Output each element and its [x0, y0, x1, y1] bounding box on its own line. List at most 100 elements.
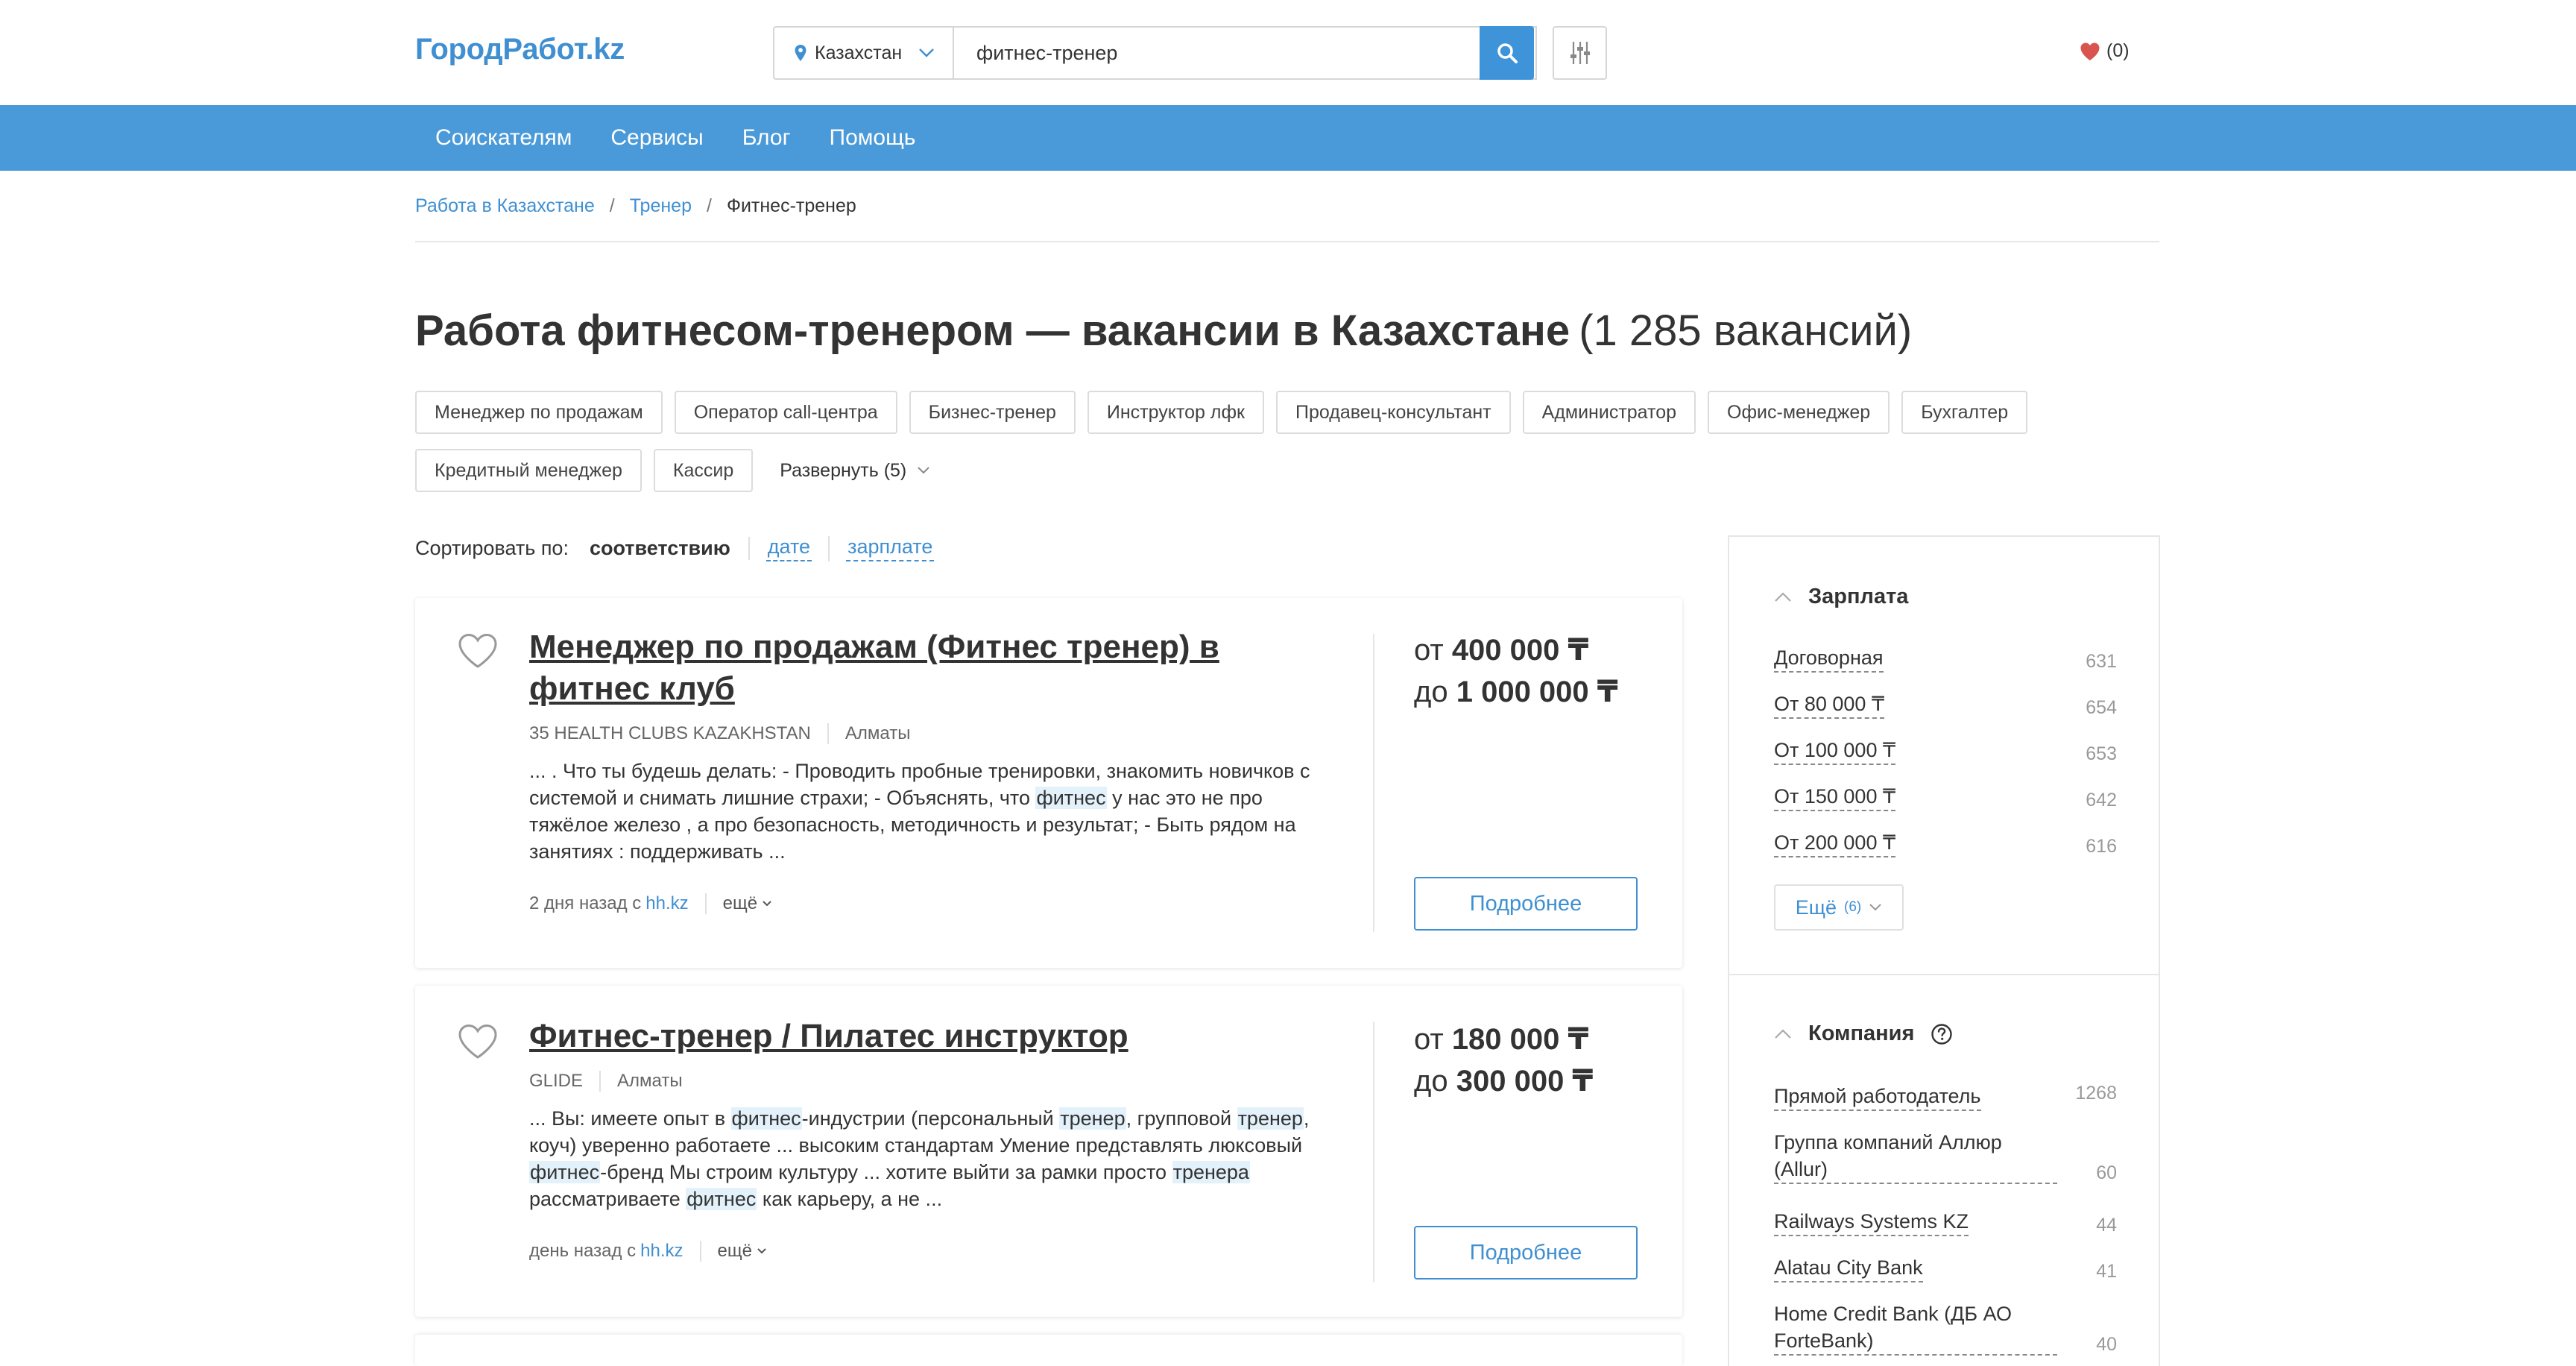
keyword-highlight: тренера [1172, 1161, 1250, 1183]
filter-option-count: 1268 [2075, 1083, 2117, 1104]
filters-button[interactable] [1553, 26, 1607, 80]
favorites-count: (0) [2106, 40, 2130, 61]
filter-option[interactable]: От 100 000 ₸ 653 [1774, 737, 2117, 765]
source-link[interactable]: hh.kz [640, 1241, 683, 1262]
source-link[interactable]: hh.kz [645, 893, 688, 914]
filter-option-count: 631 [2086, 651, 2117, 672]
filter-option-label: Группа компаний Аллюр (Allur) [1774, 1129, 2057, 1184]
sort-option-date[interactable]: дате [765, 535, 812, 561]
favorite-heart-icon[interactable] [457, 1023, 499, 1060]
site-logo[interactable]: ГородРабот.kz [415, 33, 625, 66]
show-more-salary-button[interactable]: Ещё (6) [1774, 884, 1904, 931]
nav-item-blog[interactable]: Блог [742, 125, 791, 151]
filter-option[interactable]: Railways Systems KZ 44 [1774, 1208, 2117, 1236]
salary-to-value: 1 000 000 ₸ [1456, 676, 1618, 708]
favorites-link[interactable]: (0) [2080, 40, 2130, 62]
city-name: Алматы [845, 723, 911, 743]
filter-option[interactable]: Alatau City Bank 41 [1774, 1254, 2117, 1282]
filter-section-company-header[interactable]: Компания [1774, 1022, 1953, 1046]
tag-chip[interactable]: Кредитный менеджер [415, 449, 642, 492]
company-name: GLIDE [529, 1071, 602, 1092]
search-box: Казахстан [773, 26, 1537, 80]
nav-item-services[interactable]: Сервисы [610, 125, 703, 151]
tag-chip[interactable]: Оператор call-центра [674, 391, 897, 434]
tag-chip[interactable]: Бухгалтер [1901, 391, 2028, 434]
nav-item-seekers[interactable]: Соискателям [435, 125, 572, 151]
filter-option-count: 616 [2086, 836, 2117, 857]
tag-chip[interactable]: Офис-менеджер [1708, 391, 1890, 434]
filter-option[interactable]: Home Credit Bank (ДБ АО ForteBank) 40 [1774, 1300, 2117, 1356]
more-actions-button[interactable]: ещё [699, 1241, 767, 1262]
filter-option[interactable]: От 80 000 ₸ 654 [1774, 690, 2117, 719]
filter-option-count: 642 [2086, 790, 2117, 811]
vacancy-card: Фитнес-тренер / Пилатес инструктор GLIDE… [415, 986, 1682, 1317]
filter-option-count: 60 [2096, 1162, 2117, 1183]
filter-option[interactable]: Группа компаний Аллюр (Allur) 60 [1774, 1129, 2117, 1184]
card-divider [1373, 634, 1374, 932]
filter-option[interactable]: Прямой работодатель 1268 [1774, 1083, 2117, 1111]
sort-option-salary[interactable]: зарплате [846, 535, 935, 561]
snippet-text: рассматриваете [529, 1188, 686, 1210]
tag-chip[interactable]: Продавец-консультант [1276, 391, 1511, 434]
salary-from: от 400 000 ₸ [1414, 629, 1618, 671]
vacancy-title[interactable]: Менеджер по продажам (Фитнес тренер) в ф… [529, 626, 1349, 710]
vacancy-meta: 35 HEALTH CLUBS KAZAKHSTAN Алматы [529, 723, 910, 744]
snippet-text: -бренд Мы строим культуру ... хотите вый… [600, 1161, 1172, 1183]
heart-icon [2080, 43, 2100, 60]
keyword-highlight: фитнес [529, 1161, 601, 1183]
salary-from-prefix: от [1414, 1023, 1444, 1056]
show-more-label: Ещё [1795, 896, 1837, 919]
tag-chip[interactable]: Инструктор лфк [1087, 391, 1264, 434]
breadcrumb-link-kazakhstan[interactable]: Работа в Казахстане [415, 195, 595, 217]
more-actions-button[interactable]: ещё [704, 893, 772, 914]
filter-option[interactable]: От 200 000 ₸ 616 [1774, 829, 2117, 857]
chevron-down-icon [757, 1248, 766, 1254]
tag-chip[interactable]: Бизнес-тренер [909, 391, 1076, 434]
filter-option-label: От 80 000 ₸ [1774, 690, 1885, 719]
chevron-up-icon [1775, 591, 1791, 602]
show-more-count: (6) [1844, 899, 1862, 915]
keyword-highlight: фитнес [730, 1107, 802, 1130]
tag-chip[interactable]: Кассир [653, 449, 754, 492]
filter-option[interactable]: Договорная 631 [1774, 644, 2117, 673]
salary-range: от 180 000 ₸ до 300 000 ₸ [1414, 1019, 1593, 1102]
search-button[interactable] [1480, 26, 1534, 80]
snippet-text: как карьеру, а не ... [757, 1188, 943, 1210]
nav-item-help[interactable]: Помощь [830, 125, 916, 151]
more-label: ещё [717, 1241, 752, 1261]
sidebar-divider [1729, 974, 2159, 975]
filter-option-count: 41 [2096, 1261, 2117, 1282]
filter-option-label: Home Credit Bank (ДБ АО ForteBank) [1774, 1300, 2057, 1356]
filters-sidebar: Зарплата Договорная 631 От 80 000 ₸ 654 От… [1728, 535, 2160, 1366]
breadcrumb: Работа в Казахстане / Тренер / Фитнес-тр… [415, 195, 856, 217]
tag-chip[interactable]: Администратор [1522, 391, 1696, 434]
breadcrumb-link-trainer[interactable]: Тренер [630, 195, 692, 217]
region-select[interactable]: Казахстан [774, 28, 954, 78]
region-label: Казахстан [815, 42, 903, 63]
vacancy-title[interactable]: Фитнес-тренер / Пилатес инструктор [529, 1016, 1349, 1057]
tag-chip[interactable]: Менеджер по продажам [415, 391, 663, 434]
snippet-text: , групповой [1126, 1107, 1237, 1130]
details-button[interactable]: Подробнее [1414, 1226, 1638, 1280]
chevron-down-icon [763, 901, 771, 907]
search-input[interactable] [954, 28, 1491, 78]
city-name: Алматы [617, 1071, 683, 1091]
favorite-heart-icon[interactable] [457, 632, 499, 670]
salary-from-prefix: от [1414, 634, 1444, 667]
filter-option-label: От 100 000 ₸ [1774, 737, 1896, 765]
help-icon[interactable] [1931, 1023, 1953, 1045]
snippet-text: -индустрии (персональный [801, 1107, 1060, 1130]
chevron-down-icon [1869, 904, 1881, 911]
page-title-text: Работа фитнесом-тренером — вакансии в Ка… [415, 306, 1570, 355]
more-label: ещё [722, 893, 758, 913]
expand-tags-button[interactable]: Развернуть (5) [765, 449, 934, 492]
details-button[interactable]: Подробнее [1414, 877, 1638, 931]
posted-time: 2 дня назад с [529, 893, 642, 913]
salary-to-value: 300 000 ₸ [1456, 1065, 1594, 1098]
page-title: Работа фитнесом-тренером — вакансии в Ка… [415, 306, 1912, 356]
keyword-highlight: фитнес [686, 1188, 757, 1210]
filter-section-salary-header[interactable]: Зарплата [1774, 585, 1908, 609]
filter-option-label: Railways Systems KZ [1774, 1208, 1969, 1236]
filter-option[interactable]: От 150 000 ₸ 642 [1774, 783, 2117, 811]
keyword-highlight: тренер [1059, 1107, 1126, 1130]
